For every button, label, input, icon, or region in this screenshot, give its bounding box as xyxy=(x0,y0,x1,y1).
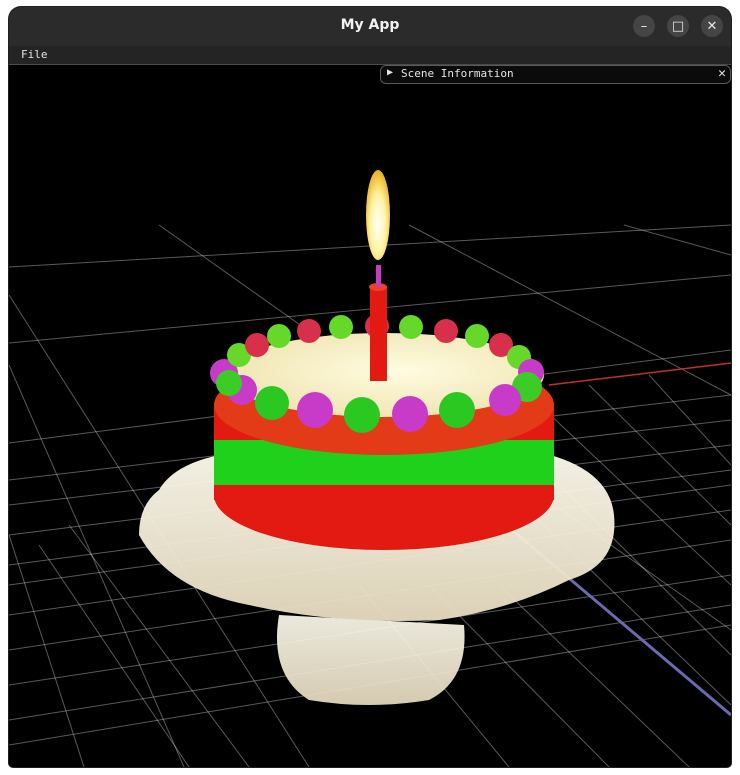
flame xyxy=(366,170,390,260)
3d-viewport[interactable] xyxy=(9,65,731,767)
title-bar[interactable]: My App – □ ✕ xyxy=(9,7,731,46)
close-button[interactable]: ✕ xyxy=(701,15,723,37)
scene-render[interactable] xyxy=(9,65,731,767)
maximize-button[interactable]: □ xyxy=(667,15,689,37)
menu-bar: File xyxy=(9,46,731,65)
window-title: My App xyxy=(340,17,400,33)
close-icon[interactable]: ✕ xyxy=(718,66,726,81)
x-axis-line xyxy=(548,362,731,386)
menu-file[interactable]: File xyxy=(21,48,48,61)
scene-information-title[interactable]: Scene Information xyxy=(401,67,514,80)
scene-information-panel[interactable]: ▶ Scene Information ✕ xyxy=(380,65,731,84)
expand-arrow-icon[interactable]: ▶ xyxy=(387,67,393,78)
minimize-button[interactable]: – xyxy=(633,15,655,37)
app-window: My App – □ ✕ File ▶ Scene Information ✕ xyxy=(9,7,731,767)
